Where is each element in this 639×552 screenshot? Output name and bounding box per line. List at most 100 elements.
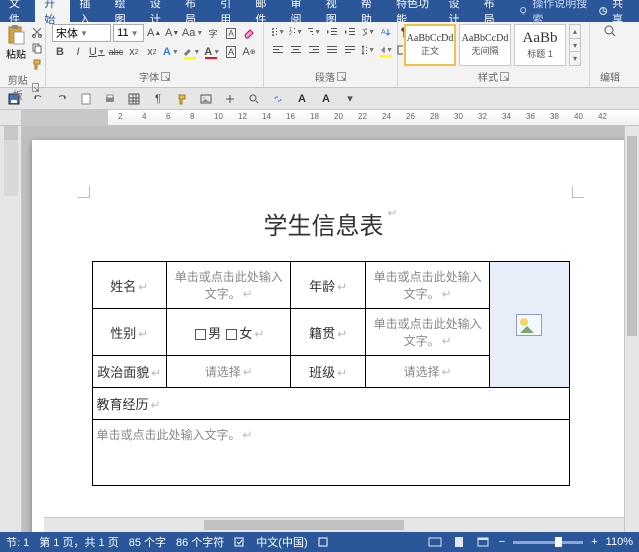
styles-dialog-launcher-icon[interactable] (500, 72, 509, 81)
increase-indent-button[interactable] (342, 24, 358, 40)
align-right-button[interactable] (306, 42, 322, 58)
redo-button[interactable] (54, 91, 70, 107)
ruler-horizontal[interactable]: 24681012141618202224262830323436384042 (0, 110, 639, 126)
qat-image-button[interactable] (198, 91, 214, 107)
format-painter-button[interactable] (28, 56, 46, 72)
zoom-out-button[interactable]: − (499, 536, 505, 548)
text-effects-button[interactable]: A▼ (162, 44, 180, 60)
distribute-icon (344, 45, 356, 55)
view-read-button[interactable] (427, 535, 443, 549)
style-normal[interactable]: AaBbCcDd正文 (404, 24, 456, 66)
highlight-button[interactable]: ▼ (182, 44, 202, 60)
qat-link-button[interactable] (270, 91, 286, 107)
character-shading-button[interactable]: A (223, 44, 239, 60)
phonetic-guide-button[interactable]: 字 (205, 25, 221, 41)
justify-button[interactable] (324, 42, 340, 58)
find-button[interactable] (603, 24, 617, 38)
table-icon (128, 93, 140, 105)
qat-new-button[interactable] (78, 91, 94, 107)
qat-arrows-button[interactable] (222, 91, 238, 107)
scrollbar-horizontal[interactable] (44, 517, 624, 532)
student-info-table[interactable]: 姓名↵ 单击或点击此处输入文字。↵ 年龄↵ 单击或点击此处输入文字。↵ 性别↵ … (92, 261, 570, 486)
status-page[interactable]: 第 1 页，共 1 页 (39, 534, 118, 550)
status-section[interactable]: 节: 1 (6, 534, 29, 550)
qat-search-button[interactable] (246, 91, 262, 107)
subscript-button[interactable]: x2 (126, 44, 142, 60)
political-select[interactable]: 请选择↵ (167, 356, 291, 388)
scrollbar-thumb[interactable] (627, 136, 637, 336)
change-case-button[interactable]: Aa▼ (182, 25, 203, 41)
status-chars[interactable]: 86 个字符 (176, 534, 224, 550)
qat-paragraph-button[interactable]: ¶ (150, 91, 166, 107)
superscript-button[interactable]: x2 (144, 44, 160, 60)
checkbox-male[interactable] (195, 329, 206, 340)
class-select[interactable]: 请选择↵ (366, 356, 490, 388)
ruler-vertical[interactable] (0, 126, 22, 532)
qat-table-button[interactable] (126, 91, 142, 107)
zoom-level[interactable]: 110% (606, 536, 633, 548)
photo-placeholder[interactable] (490, 262, 569, 388)
qat-font-color-button[interactable]: A (294, 91, 310, 107)
paragraph-dialog-launcher-icon[interactable] (337, 72, 346, 81)
distribute-button[interactable] (342, 42, 358, 58)
bold-button[interactable]: B (52, 44, 68, 60)
cut-button[interactable] (28, 24, 46, 40)
gender-field[interactable]: 男 女↵ (167, 309, 291, 356)
styles-more[interactable]: ▴▾▾ (569, 24, 581, 66)
shading-button[interactable]: ▼ (378, 42, 394, 58)
font-dialog-launcher-icon[interactable] (161, 72, 170, 81)
bullets-button[interactable]: ▼ (270, 24, 286, 40)
decrease-indent-button[interactable] (324, 24, 340, 40)
qat-customize-button[interactable]: ▾ (342, 91, 358, 107)
qat-highlight-button[interactable]: A (318, 91, 334, 107)
group-styles: AaBbCcDd正文 AaBbCcDd无间隔 AaBb标题 1 ▴▾▾ 样式 (398, 22, 590, 87)
zoom-slider-thumb[interactable] (555, 537, 562, 547)
status-proofing[interactable] (234, 536, 246, 548)
male-label: 男 (208, 326, 221, 341)
character-border-button[interactable]: A⊕ (241, 44, 257, 60)
clipboard-dialog-launcher-icon[interactable] (32, 83, 39, 92)
copy-button[interactable] (28, 40, 46, 56)
shrink-font-button[interactable]: A▼ (164, 25, 180, 41)
font-size-combo[interactable]: 11▼ (113, 24, 144, 42)
italic-button[interactable]: I (70, 44, 86, 60)
underline-button[interactable]: U▼ (88, 44, 106, 60)
age-field[interactable]: 单击或点击此处输入文字。↵ (366, 262, 490, 309)
align-left-button[interactable] (270, 42, 286, 58)
font-name-combo[interactable]: 宋体▼ (52, 24, 111, 42)
zoom-in-button[interactable]: + (591, 536, 597, 548)
clear-formatting-button[interactable] (241, 25, 257, 41)
qat-format-brush-button[interactable] (174, 91, 190, 107)
status-words[interactable]: 85 个字 (129, 534, 166, 550)
qat-print-button[interactable] (102, 91, 118, 107)
share-icon (598, 5, 608, 17)
line-spacing-button[interactable]: ▼ (360, 42, 376, 58)
document-area[interactable]: 学生信息表↵ 姓名↵ 单击或点击此处输入文字。↵ 年龄↵ 单击或点击此处输入文字… (22, 126, 639, 532)
enclose-chars-button[interactable]: A (223, 25, 239, 41)
native-field[interactable]: 单击或点击此处输入文字。↵ (366, 309, 490, 356)
scrollbar-vertical[interactable] (624, 126, 639, 532)
text-direction-button[interactable]: 文▼ (360, 24, 376, 40)
education-field[interactable]: 单击或点击此处输入文字。↵ (92, 420, 569, 486)
paragraph-group-label: 段落 (315, 69, 335, 84)
read-icon (428, 536, 442, 548)
view-web-button[interactable] (475, 535, 491, 549)
grow-font-button[interactable]: A▲ (146, 25, 162, 41)
strikethrough-button[interactable]: abc (108, 44, 124, 60)
style-nospacing[interactable]: AaBbCcDd无间隔 (459, 24, 511, 66)
status-language[interactable]: 中文(中国) (256, 534, 307, 550)
document-title[interactable]: 学生信息表↵ (92, 206, 570, 241)
scrollbar-thumb[interactable] (204, 520, 404, 530)
align-center-button[interactable] (288, 42, 304, 58)
name-field[interactable]: 单击或点击此处输入文字。↵ (167, 262, 291, 309)
status-macro[interactable] (318, 537, 328, 547)
zoom-slider[interactable] (513, 541, 583, 544)
checkbox-female[interactable] (226, 329, 237, 340)
multilevel-list-button[interactable]: ▼ (306, 24, 322, 40)
view-print-button[interactable] (451, 535, 467, 549)
sort-button[interactable]: A (378, 24, 394, 40)
font-color-button[interactable]: A▼ (203, 44, 221, 60)
style-heading1[interactable]: AaBb标题 1 (514, 24, 566, 66)
numbering-button[interactable]: 12▼ (288, 24, 304, 40)
paste-button[interactable]: 粘贴 (6, 24, 26, 72)
